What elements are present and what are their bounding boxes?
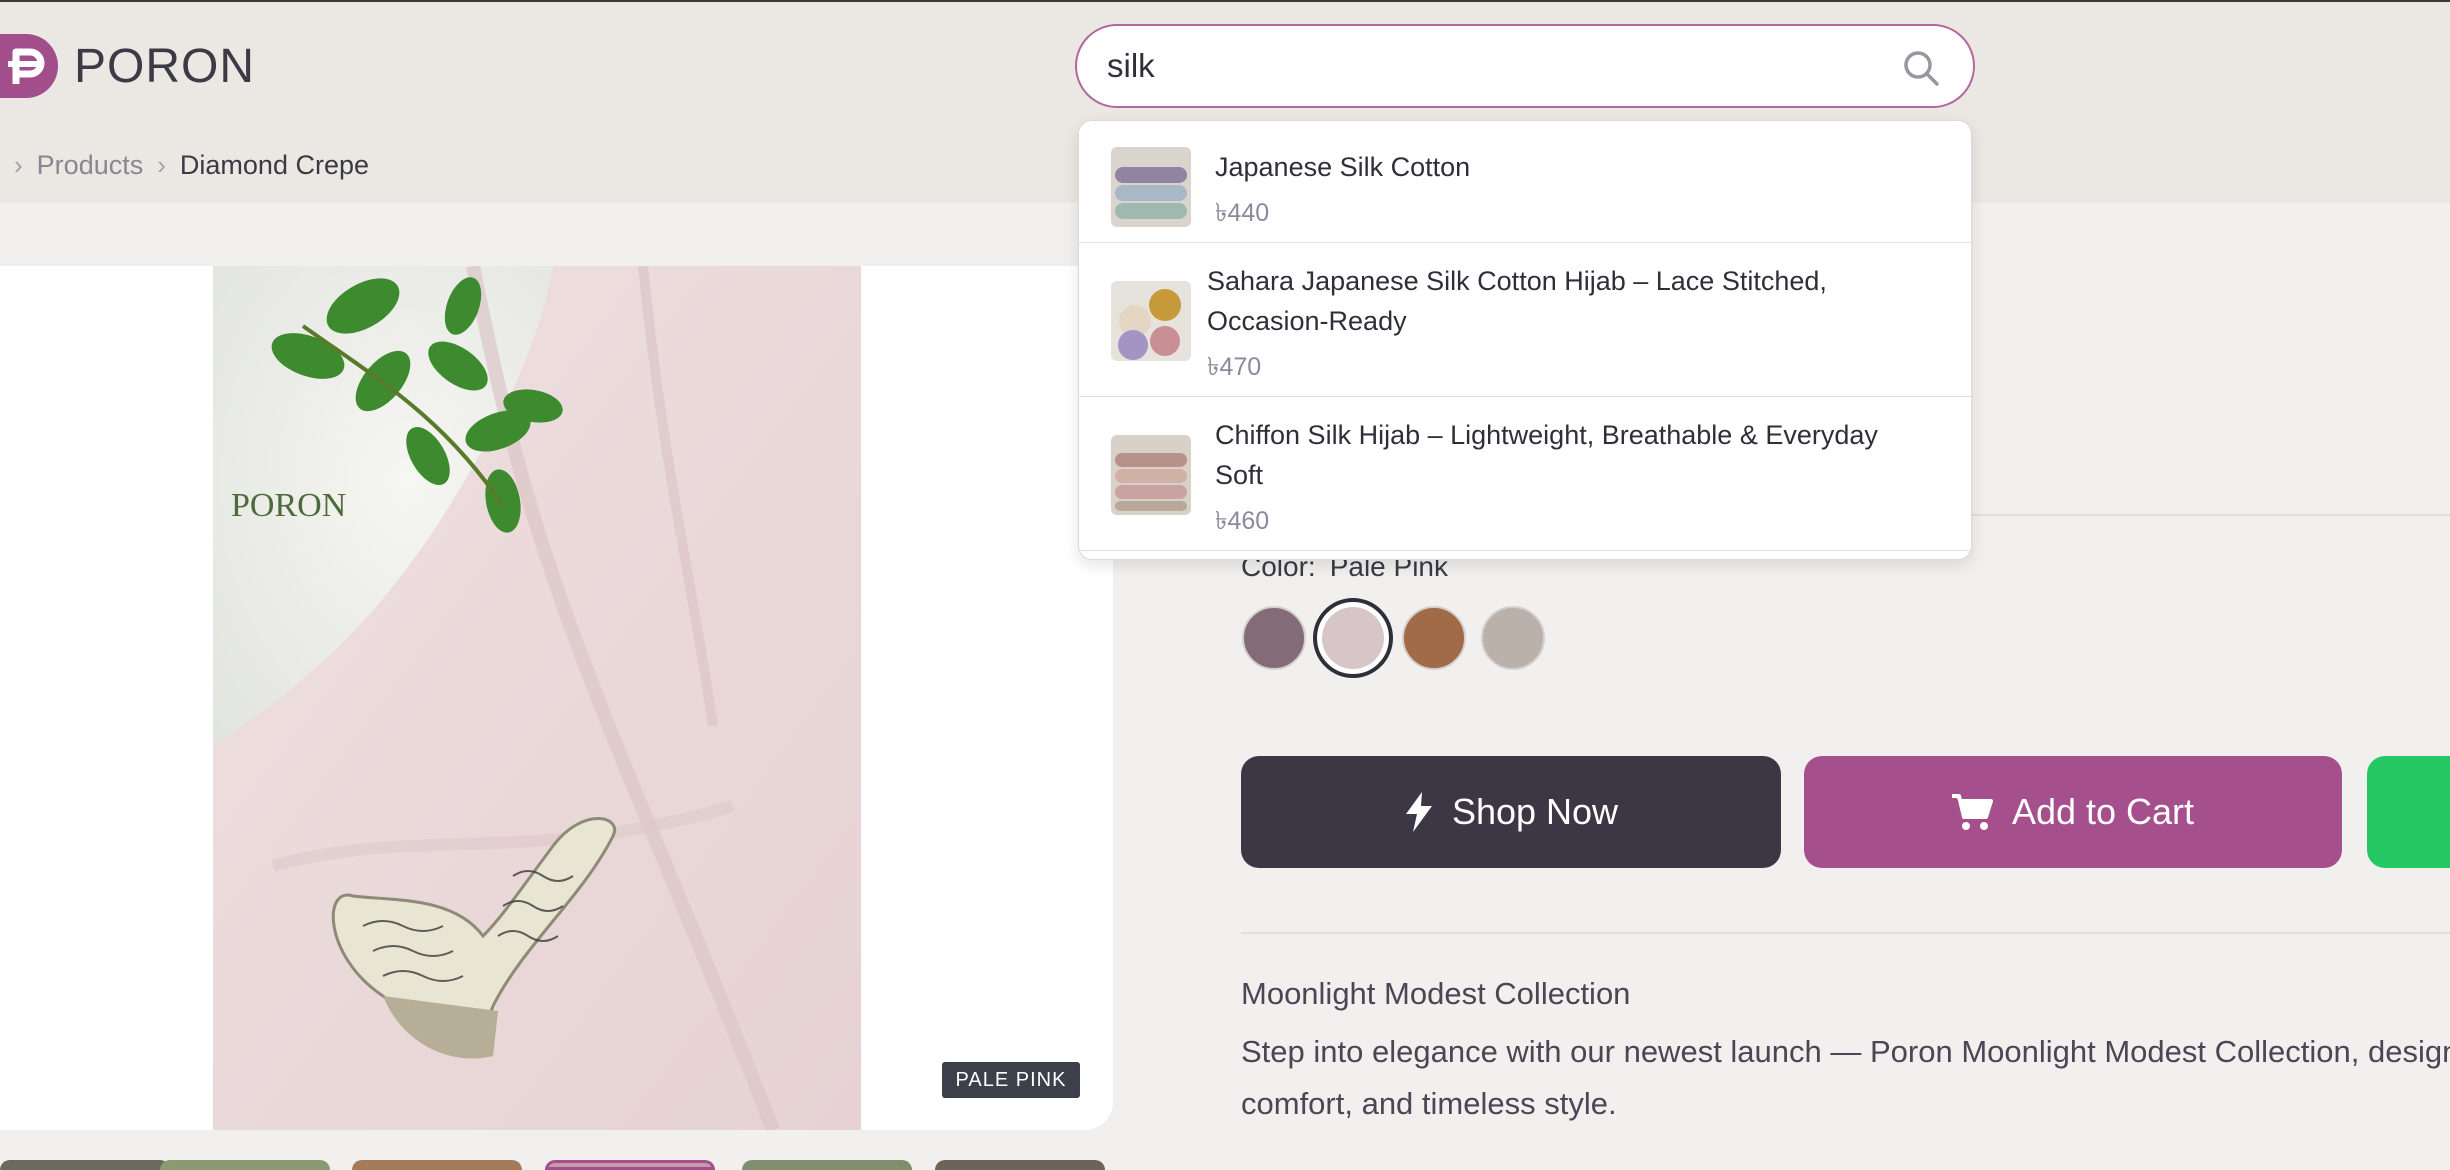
result-price: ৳460 — [1215, 507, 1270, 535]
result-name: Chiffon Silk Hijab – Lightweight, Breath… — [1215, 415, 1878, 495]
shop-now-button[interactable]: Shop Now — [1241, 756, 1781, 868]
breadcrumb-products-link[interactable]: Products — [37, 150, 144, 181]
result-name: Sahara Japanese Silk Cotton Hijab – Lace… — [1207, 261, 1827, 341]
thumbnail[interactable] — [742, 1160, 912, 1170]
logo-mark-icon — [0, 34, 58, 98]
search-results-dropdown: Japanese Silk Cotton ৳440 Sahara Japanes… — [1078, 120, 1972, 560]
result-name-line: Soft — [1215, 460, 1264, 490]
result-thumbnail — [1111, 147, 1191, 227]
result-price: ৳470 — [1207, 353, 1262, 381]
chevron-right-icon: › — [157, 149, 166, 180]
result-name-line: Sahara Japanese Silk Cotton Hijab – Lace… — [1207, 266, 1827, 296]
thumbnail-selected[interactable] — [545, 1160, 715, 1170]
site-header: PORON — [0, 0, 2450, 127]
product-main-image[interactable]: PORON — [213, 266, 861, 1130]
result-price: ৳440 — [1215, 199, 1270, 227]
thumbnail-strip — [0, 1160, 1113, 1170]
description-line: Step into elegance with our newest launc… — [1241, 1034, 2450, 1069]
thumbnail[interactable] — [160, 1160, 330, 1170]
result-thumbnail — [1111, 435, 1191, 515]
swatch-mauve[interactable] — [1242, 606, 1306, 670]
chevron-right-icon: › — [14, 149, 23, 180]
description-line: comfort, and timeless style. — [1241, 1086, 1617, 1121]
thumbnail[interactable] — [935, 1160, 1105, 1170]
cart-icon — [1951, 794, 1993, 830]
swatch-pale-pink[interactable] — [1313, 598, 1393, 678]
search-input[interactable] — [1107, 40, 1867, 92]
result-thumbnail — [1111, 281, 1191, 361]
swatch-brown[interactable] — [1402, 606, 1466, 670]
divider — [1241, 932, 2450, 934]
image-watermark: PORON — [231, 487, 346, 524]
result-name-line: Occasion-Ready — [1207, 306, 1407, 336]
logo[interactable]: PORON — [0, 26, 255, 106]
search-result-item[interactable]: Sahara Japanese Silk Cotton Hijab – Lace… — [1079, 243, 1971, 397]
swatch-stone[interactable] — [1481, 606, 1545, 670]
shop-now-label: Shop Now — [1451, 791, 1619, 832]
add-to-cart-button[interactable]: Add to Cart — [1804, 756, 2342, 868]
lightning-icon — [1405, 792, 1432, 832]
thumbnail[interactable] — [352, 1160, 522, 1170]
collection-title: Moonlight Modest Collection — [1241, 976, 1631, 1011]
color-tag: PALE PINK — [942, 1062, 1080, 1098]
whatsapp-button[interactable] — [2367, 756, 2450, 868]
add-to-cart-label: Add to Cart — [2011, 791, 2195, 832]
search-icon[interactable] — [1901, 48, 1941, 88]
search-result-item[interactable]: Japanese Silk Cotton ৳440 — [1079, 121, 1971, 243]
result-name: Japanese Silk Cotton — [1215, 152, 1471, 182]
search-bar[interactable] — [1075, 24, 1975, 108]
search-result-item[interactable]: Chiffon Silk Hijab – Lightweight, Breath… — [1079, 397, 1971, 551]
product-description: Step into elegance with our newest launc… — [1241, 1026, 2450, 1130]
thumbnail[interactable] — [0, 1160, 170, 1170]
breadcrumb-current: Diamond Crepe — [179, 149, 369, 180]
logo-text: PORON — [74, 39, 256, 93]
result-name-line: Chiffon Silk Hijab – Lightweight, Breath… — [1215, 420, 1878, 450]
